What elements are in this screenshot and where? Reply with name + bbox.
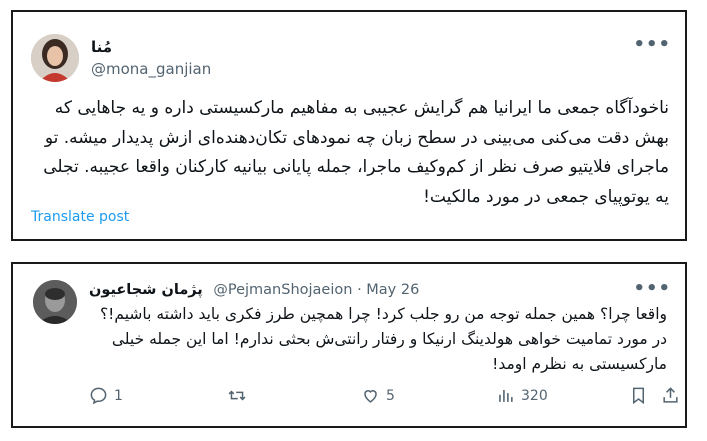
- translate-post-link[interactable]: Translate post: [31, 209, 129, 225]
- avatar[interactable]: [31, 34, 79, 82]
- more-icon[interactable]: •••: [633, 278, 671, 299]
- more-icon[interactable]: •••: [633, 34, 671, 55]
- reply-text: واقعا چرا؟ همین جمله توجه من رو جلب کرد!…: [99, 305, 667, 373]
- heart-icon: [364, 390, 377, 403]
- reply-card[interactable]: پژمان شجاعیون @PejmanShojaeion · May 26 …: [11, 262, 687, 428]
- post-date[interactable]: May 26: [366, 282, 419, 298]
- post-card[interactable]: مُنا @mona_ganjian ••• ناخودآگاه جمعی ما…: [11, 10, 687, 241]
- share-button[interactable]: [661, 386, 680, 405]
- author-name[interactable]: پژمان شجاعیون: [89, 282, 203, 298]
- like-count: 5: [386, 387, 395, 404]
- post-text: ناخودآگاه جمعی ما ایرانیا هم گرایش عجیبی…: [43, 98, 669, 207]
- avatar[interactable]: [33, 280, 77, 324]
- views-count: 320: [521, 387, 548, 404]
- action-bar: 1 5 320: [89, 386, 678, 410]
- retweet-button[interactable]: [227, 386, 253, 405]
- bookmark-icon: [632, 387, 645, 405]
- reply-button[interactable]: 1: [89, 386, 123, 405]
- share-icon: [663, 387, 678, 403]
- like-button[interactable]: 5: [361, 386, 395, 405]
- separator: ·: [357, 282, 362, 298]
- reply-icon: [90, 387, 107, 405]
- author-name[interactable]: مُنا: [91, 38, 112, 56]
- reply-header: پژمان شجاعیون @PejmanShojaeion · May 26: [89, 282, 419, 298]
- user-photo-icon: [31, 34, 79, 82]
- author-handle[interactable]: @mona_ganjian: [91, 60, 211, 78]
- reply-count: 1: [114, 387, 123, 404]
- user-photo-icon: [33, 280, 77, 324]
- author-handle[interactable]: @PejmanShojaeion: [213, 282, 352, 298]
- views-chart-icon: [499, 389, 513, 402]
- retweet-icon: [228, 390, 246, 401]
- bookmark-button[interactable]: [629, 386, 648, 405]
- views-button[interactable]: 320: [496, 386, 548, 405]
